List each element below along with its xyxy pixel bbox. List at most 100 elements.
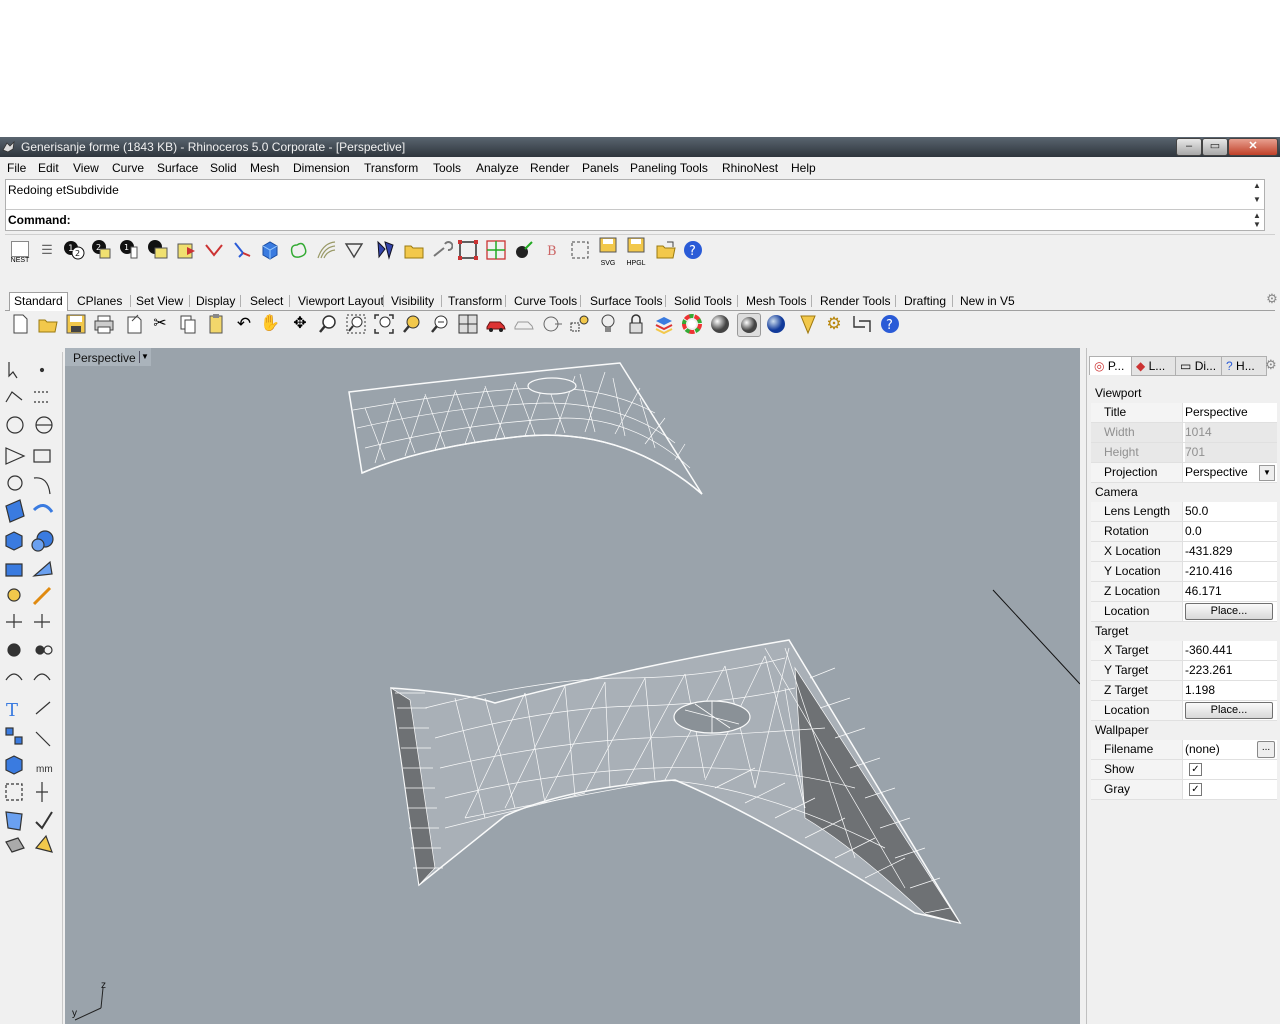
nest-step-1-icon[interactable]: 12 — [63, 239, 85, 261]
layers-icon[interactable] — [653, 313, 675, 335]
wand-icon[interactable] — [513, 239, 535, 261]
tab-transform[interactable]: Transform — [448, 293, 502, 309]
tab-visibility[interactable]: Visibility — [391, 293, 434, 309]
zoom-icon[interactable] — [317, 313, 339, 335]
tab-drafting[interactable]: Drafting — [904, 293, 946, 309]
curves-icon[interactable] — [315, 239, 337, 261]
help-blue-icon[interactable]: ? — [879, 313, 901, 335]
tab-display[interactable]: Display — [196, 293, 235, 309]
render-light-icon[interactable] — [797, 313, 819, 335]
command-input[interactable] — [80, 211, 1254, 229]
viewport-canvas[interactable] — [65, 348, 1080, 1024]
prop-z-target[interactable]: Z Target 1.198 — [1091, 681, 1277, 701]
folder-open-icon[interactable] — [655, 239, 677, 261]
zoom-selected-icon[interactable] — [401, 313, 423, 335]
menu-curve[interactable]: Curve — [112, 161, 144, 175]
blue-sphere-icon[interactable] — [765, 313, 787, 335]
tab-solid-tools[interactable]: Solid Tools — [674, 293, 732, 309]
nest-step-2-icon[interactable]: 2 — [91, 239, 113, 261]
tab-render-tools[interactable]: Render Tools — [820, 293, 891, 309]
wrench-icon[interactable] — [431, 239, 454, 261]
import-icon[interactable] — [123, 313, 145, 335]
nest-icon[interactable]: NEST — [9, 239, 31, 267]
left-tool-icons[interactable]: T mm — [0, 352, 62, 1024]
save-svg-icon[interactable]: SVG — [597, 237, 619, 267]
snap-icon[interactable] — [569, 313, 591, 335]
maximize-button[interactable]: ▭ — [1202, 138, 1228, 156]
zoom-window-icon[interactable] — [345, 313, 367, 335]
options-gear-icon[interactable]: ⚙ — [823, 313, 845, 335]
tab-properties[interactable]: ◎ P... — [1089, 356, 1133, 375]
menu-file[interactable]: File — [7, 161, 26, 175]
save-hpgl-icon[interactable]: HPGL — [625, 237, 647, 267]
menu-dimension[interactable]: Dimension — [293, 161, 350, 175]
select-frame-icon[interactable] — [457, 239, 479, 261]
perspective-viewport[interactable]: z y Perspective ▼ — [65, 348, 1080, 1024]
dashed-frame-icon[interactable] — [569, 239, 591, 261]
browse-button[interactable]: ... — [1257, 741, 1275, 758]
four-viewports-icon[interactable] — [457, 313, 479, 335]
box-icon[interactable] — [259, 239, 281, 261]
nest-move-icon[interactable] — [231, 239, 253, 261]
light-bulb-icon[interactable] — [597, 313, 619, 335]
copy-icon[interactable] — [177, 313, 199, 335]
tab-new-in-v5[interactable]: New in V5 — [960, 293, 1015, 309]
tab-cplanes[interactable]: CPlanes — [77, 293, 122, 309]
car-icon[interactable] — [485, 313, 507, 335]
menu-help[interactable]: Help — [791, 161, 816, 175]
tab-surface-tools[interactable]: Surface Tools — [590, 293, 663, 309]
print-icon[interactable] — [93, 313, 115, 335]
menu-view[interactable]: View — [73, 161, 99, 175]
rotate-view-icon[interactable]: ✥ — [289, 313, 311, 335]
cut-icon[interactable]: ✂ — [149, 313, 171, 335]
red-arrows-icon[interactable] — [203, 239, 225, 261]
tab-standard[interactable]: Standard — [9, 292, 68, 311]
zoom-extents-icon[interactable] — [373, 313, 395, 335]
tab-layers[interactable]: ◆ L... — [1131, 356, 1177, 376]
prop-projection[interactable]: Projection Perspective ▼ — [1091, 463, 1277, 483]
minimize-button[interactable]: ‒ — [1176, 138, 1202, 156]
prop-x-location[interactable]: X Location -431.829 — [1091, 542, 1277, 562]
pan-hand-icon[interactable]: ✋ — [259, 313, 281, 335]
menu-tools[interactable]: Tools — [433, 161, 461, 175]
tab-curve-tools[interactable]: Curve Tools — [514, 293, 577, 309]
history-scroll-up-icon[interactable]: ▲ — [1250, 181, 1264, 190]
menu-paneling-tools[interactable]: Paneling Tools — [630, 161, 708, 175]
gray-checkbox[interactable]: ✓ — [1189, 783, 1202, 796]
history-scroll-down-icon[interactable]: ▼ — [1250, 195, 1264, 204]
rendered-sphere-icon[interactable] — [737, 313, 761, 337]
prop-rotation[interactable]: Rotation 0.0 — [1091, 522, 1277, 542]
show-checkbox[interactable]: ✓ — [1189, 763, 1202, 776]
car-wire-icon[interactable] — [513, 313, 535, 335]
tab-viewport-layout[interactable]: Viewport Layout — [298, 293, 384, 309]
tab-set-view[interactable]: Set View — [136, 293, 183, 309]
menu-mesh[interactable]: Mesh — [250, 161, 279, 175]
undo-icon[interactable]: ↶ — [233, 313, 255, 335]
menu-panels[interactable]: Panels — [582, 161, 619, 175]
save-icon[interactable] — [65, 313, 87, 335]
prop-z-location[interactable]: Z Location 46.171 — [1091, 582, 1277, 602]
menu-analyze[interactable]: Analyze — [476, 161, 519, 175]
color-wheel-icon[interactable] — [681, 313, 703, 335]
open-folder-icon[interactable] — [403, 239, 425, 261]
paste-icon[interactable] — [205, 313, 227, 335]
lock-icon[interactable] — [625, 313, 647, 335]
menu-surface[interactable]: Surface — [157, 161, 198, 175]
new-document-icon[interactable] — [9, 313, 31, 335]
menu-edit[interactable]: Edit — [38, 161, 59, 175]
camera-place-button[interactable]: Place... — [1185, 603, 1273, 620]
triangle-icon[interactable] — [343, 239, 365, 261]
list-icon[interactable]: ☰ — [36, 239, 58, 261]
target-place-button[interactable]: Place... — [1185, 702, 1273, 719]
gray-sphere-icon[interactable] — [709, 313, 731, 335]
select-points-icon[interactable] — [541, 313, 563, 335]
close-button[interactable]: ✕ — [1228, 138, 1278, 156]
prop-lens-length[interactable]: Lens Length 50.0 — [1091, 502, 1277, 522]
prop-y-target[interactable]: Y Target -223.261 — [1091, 661, 1277, 681]
viewport-title-tab[interactable]: Perspective ▼ — [65, 348, 151, 366]
command-scroll-up-icon[interactable]: ▲ — [1250, 211, 1264, 220]
nest-step-4-icon[interactable] — [147, 239, 169, 261]
menu-rhinonest[interactable]: RhinoNest — [722, 161, 778, 175]
menu-transform[interactable]: Transform — [364, 161, 418, 175]
grid-frame-icon[interactable] — [485, 239, 507, 261]
